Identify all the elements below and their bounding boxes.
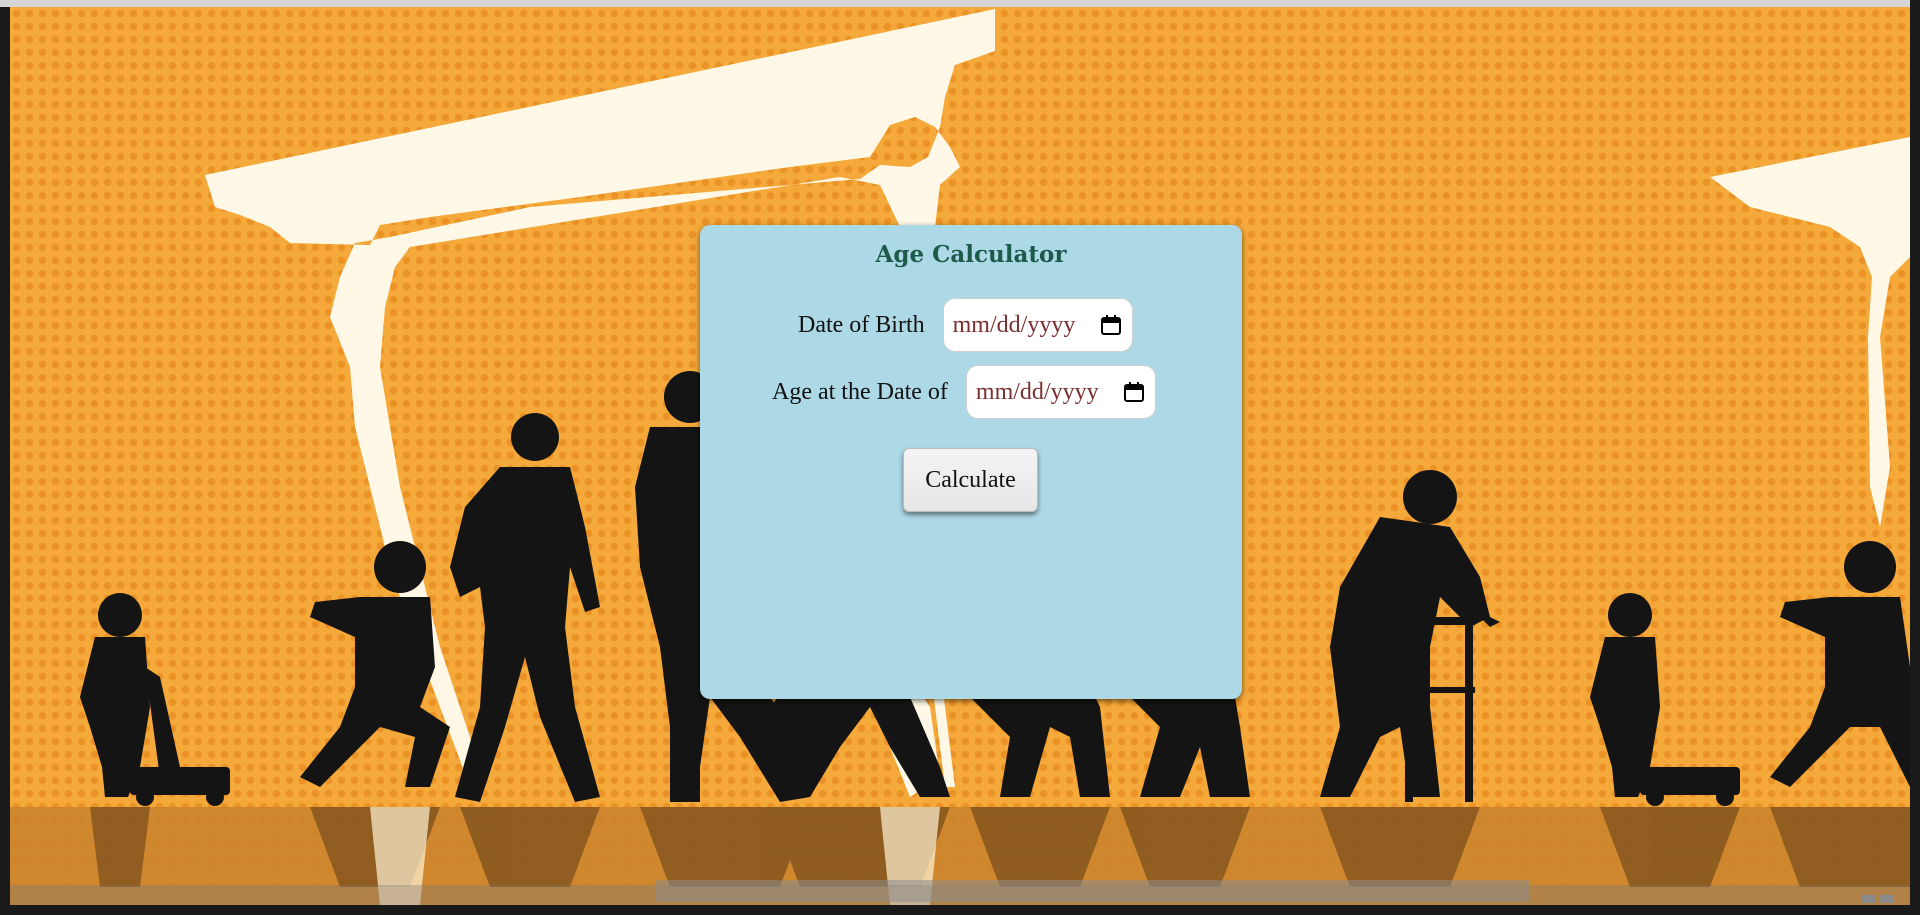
window-right-edge (1910, 0, 1920, 915)
dob-date-placeholder[interactable]: mm/dd/yyyy (953, 312, 1100, 339)
age-calculator-card: Age Calculator Date of Birth mm/dd/yyyy … (700, 225, 1242, 699)
target-date-input[interactable]: mm/dd/yyyy (965, 365, 1156, 419)
hourglass-right (1710, 137, 1910, 527)
target-date-row: Age at the Date of mm/dd/yyyy (772, 365, 1156, 419)
browser-top-bar (0, 0, 1920, 7)
reflection-shadows (90, 807, 1910, 887)
corner-control-icon (1862, 895, 1876, 903)
target-date-label: Age at the Date of (772, 378, 948, 405)
dob-date-input[interactable]: mm/dd/yyyy (942, 298, 1133, 352)
page-viewport: Age Calculator Date of Birth mm/dd/yyyy … (10, 7, 1910, 905)
calculate-button[interactable]: Calculate (903, 448, 1038, 512)
window-bottom-edge (0, 905, 1920, 915)
corner-control-icon (1880, 895, 1894, 903)
dob-row: Date of Birth mm/dd/yyyy (798, 298, 1133, 352)
corner-controls (1862, 895, 1912, 905)
page-title: Age Calculator (875, 241, 1067, 268)
calendar-icon[interactable] (1123, 381, 1145, 403)
dob-label: Date of Birth (798, 311, 925, 338)
calendar-icon[interactable] (1100, 314, 1122, 336)
horizontal-scrollbar[interactable] (655, 880, 1530, 902)
target-date-placeholder[interactable]: mm/dd/yyyy (976, 379, 1123, 406)
